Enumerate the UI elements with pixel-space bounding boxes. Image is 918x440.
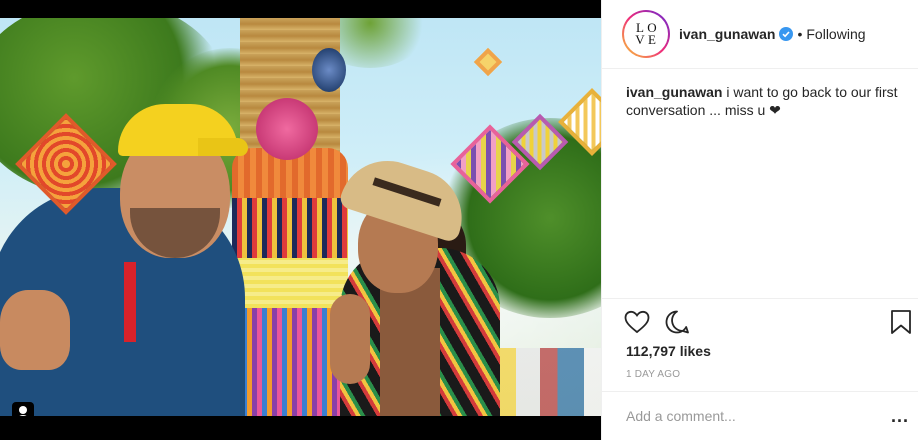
likes-count[interactable]: 112,797 likes xyxy=(626,343,711,359)
heart-icon[interactable] xyxy=(624,309,650,335)
post-header: L O V E ivan_gunawan • Following xyxy=(602,0,918,69)
action-bar xyxy=(624,309,690,335)
avatar-letter: E xyxy=(648,32,656,47)
yarn-wrap xyxy=(232,198,348,258)
user-tag-icon[interactable] xyxy=(12,402,34,416)
post-actions-section: 112,797 likes 1 DAY AGO xyxy=(602,298,918,380)
pompom xyxy=(256,98,318,160)
jacket-zipper xyxy=(124,262,136,342)
avatar-logo: L O V E xyxy=(635,21,657,47)
post-photo[interactable] xyxy=(0,18,601,416)
more-options-button[interactable]: ... xyxy=(891,406,909,427)
comment-icon[interactable] xyxy=(664,309,690,335)
post-caption: ivan_gunawan i want to go back to our fi… xyxy=(626,83,911,119)
user-tag-head xyxy=(19,406,27,414)
avatar[interactable]: L O V E xyxy=(622,10,670,58)
post-sidebar: L O V E ivan_gunawan • Following ivan_gu… xyxy=(601,0,918,440)
background-people xyxy=(496,348,601,416)
comment-box: Add a comment... ... xyxy=(602,391,918,440)
avatar-inner: L O V E xyxy=(624,12,668,56)
user-tag-body xyxy=(16,415,30,416)
post-media xyxy=(0,0,601,440)
post-timestamp[interactable]: 1 DAY AGO xyxy=(626,369,680,380)
username-link[interactable]: ivan_gunawan xyxy=(679,26,775,42)
comment-input[interactable]: Add a comment... xyxy=(626,408,918,424)
cap-bill xyxy=(198,138,248,156)
woman-hand xyxy=(330,294,370,384)
avatar-letter: V xyxy=(635,32,645,47)
verified-badge-icon xyxy=(779,27,794,41)
separator-dot: • xyxy=(797,26,803,42)
caption-username[interactable]: ivan_gunawan xyxy=(626,84,722,100)
yarn-ornament xyxy=(473,47,503,77)
following-button[interactable]: Following xyxy=(806,26,865,42)
bookmark-icon[interactable] xyxy=(888,309,914,335)
man-hand xyxy=(0,290,70,370)
yarn-wrap xyxy=(232,258,348,308)
pompom xyxy=(312,48,346,92)
